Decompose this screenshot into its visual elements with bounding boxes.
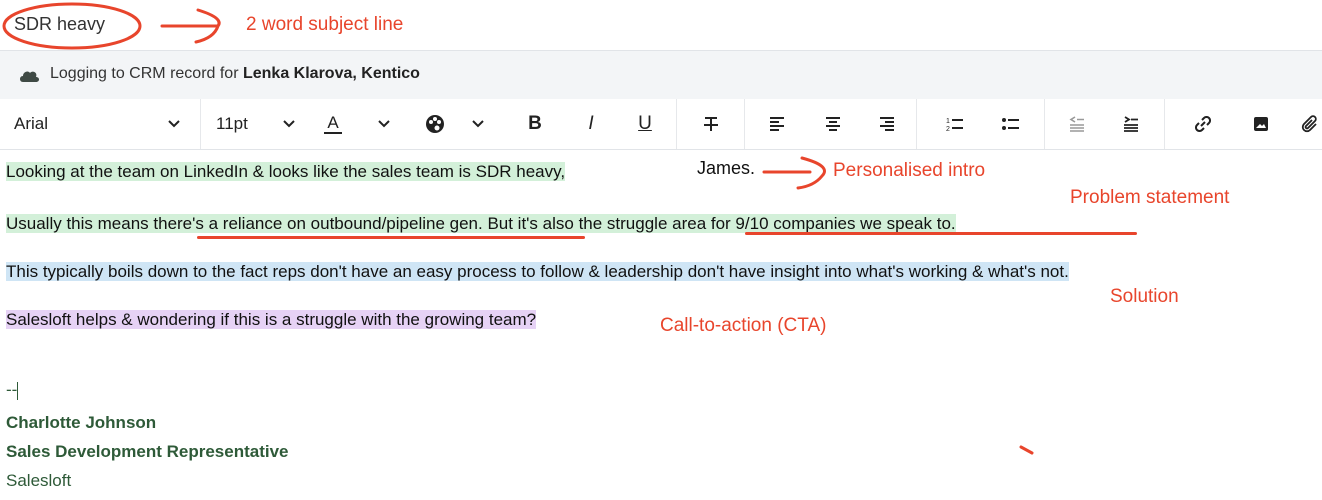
intro-arrow: [762, 156, 826, 190]
cta-annotation: Call-to-action (CTA): [660, 315, 827, 336]
problem-underline-2: [745, 232, 1137, 235]
stray-mark: [1019, 445, 1034, 455]
subject-annotation: 2 word subject line: [246, 14, 404, 35]
problem-underline-1: [197, 236, 585, 239]
intro-annotation: Personalised intro: [833, 160, 986, 181]
subject-circle: [2, 2, 142, 50]
problem-annotation: Problem statement: [1070, 187, 1230, 208]
subject-arrow: [160, 8, 221, 44]
annotation-overlay: [2, 2, 1034, 455]
solution-annotation: Solution: [1110, 286, 1179, 307]
